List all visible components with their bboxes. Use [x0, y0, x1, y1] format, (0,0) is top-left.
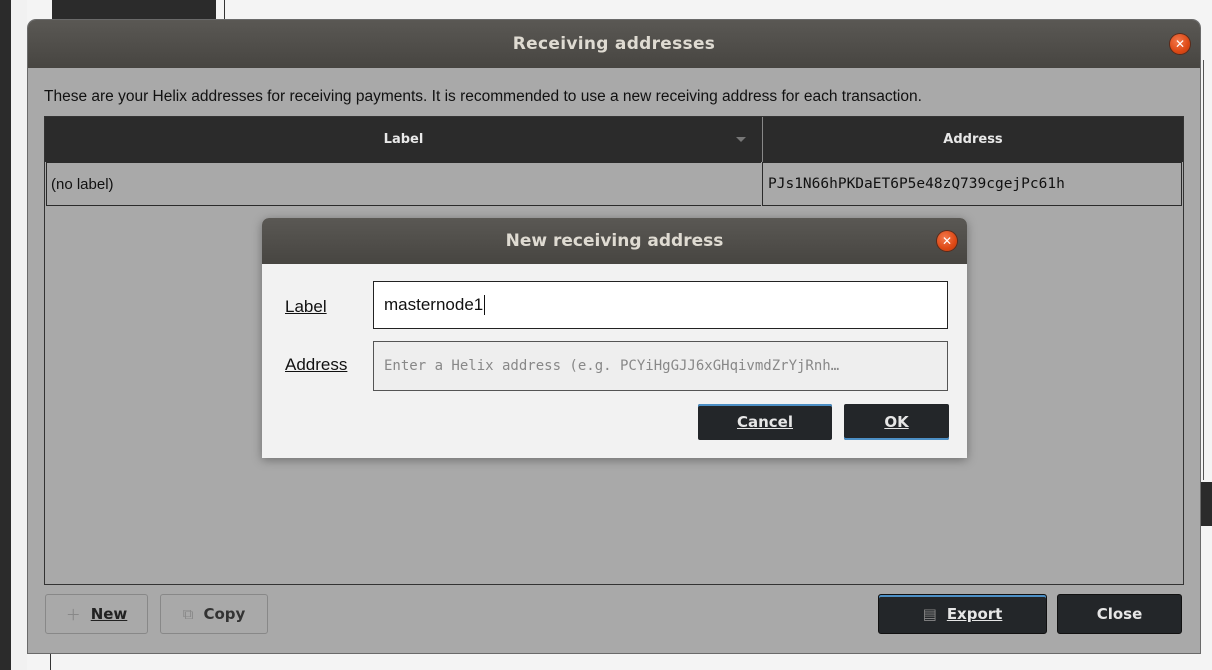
new-button[interactable]: ＋ New	[45, 594, 148, 634]
cell-address[interactable]: PJs1N66hPKDaET6P5e48zQ739cgejPc61h	[762, 162, 1182, 206]
text-caret	[484, 295, 486, 315]
address-input-placeholder: Enter a Helix address (e.g. PCYiHgGJJ6xG…	[384, 358, 840, 374]
dialog-description: These are your Helix addresses for recei…	[44, 88, 922, 105]
label-input[interactable]: masternode1	[373, 281, 948, 329]
address-field-label: Address	[285, 355, 348, 374]
ok-button-label: OK	[884, 413, 909, 431]
background-window-edge	[0, 0, 11, 670]
background-button-fragment	[1200, 482, 1212, 526]
new-button-label: New	[90, 605, 128, 623]
address-input[interactable]: Enter a Helix address (e.g. PCYiHgGJJ6xG…	[373, 341, 948, 391]
column-header-address[interactable]: Address	[763, 117, 1183, 162]
add-icon: ＋	[65, 605, 81, 624]
column-header-label[interactable]: Label	[45, 117, 762, 162]
background-divider	[1203, 60, 1204, 480]
sort-arrow-icon	[736, 137, 746, 142]
label-input-value: masternode1	[384, 295, 484, 314]
dialog-title: Receiving addresses	[512, 34, 716, 54]
export-icon: ▤	[922, 605, 937, 623]
close-button[interactable]: Close	[1057, 594, 1182, 634]
close-icon[interactable]: ✕	[937, 231, 957, 251]
close-button-label: Close	[1096, 605, 1143, 623]
cell-label[interactable]: (no label)	[46, 162, 761, 206]
background-divider	[50, 652, 51, 670]
new-receiving-address-dialog: New receiving address ✕ Label masternode…	[262, 218, 967, 458]
background-window-edge	[11, 0, 27, 670]
table-row[interactable]: (no label) PJs1N66hPKDaET6P5e48zQ739cgej…	[45, 162, 1183, 208]
copy-button-label: Copy	[203, 605, 246, 623]
dialog-titlebar: New receiving address	[262, 218, 967, 264]
ok-button[interactable]: OK	[844, 404, 949, 440]
label-field-label: Label	[285, 297, 327, 316]
table-header: Label Address	[45, 117, 1183, 162]
dialog-title: New receiving address	[505, 231, 724, 251]
copy-button[interactable]: ⧉ Copy	[160, 594, 268, 634]
cancel-button[interactable]: Cancel	[698, 404, 832, 440]
export-button-label: Export	[946, 605, 1003, 623]
export-button[interactable]: ▤ Export	[878, 594, 1047, 634]
cancel-button-label: Cancel	[736, 413, 793, 431]
dialog-titlebar: Receiving addresses	[28, 20, 1200, 68]
copy-icon: ⧉	[182, 605, 194, 623]
close-icon[interactable]: ✕	[1170, 34, 1190, 54]
